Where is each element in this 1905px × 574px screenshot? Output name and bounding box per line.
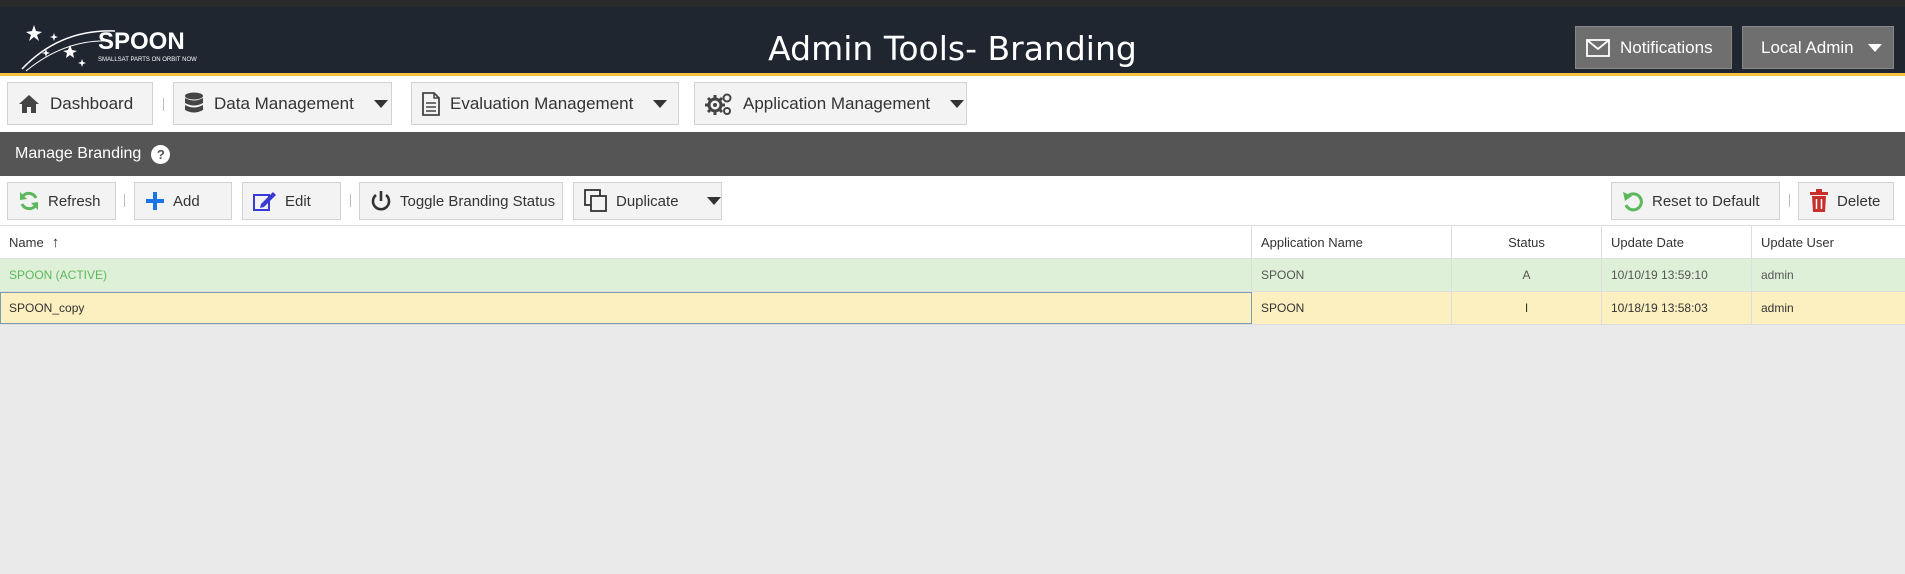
copy-icon — [584, 189, 607, 212]
reset-to-default-button[interactable]: Reset to Default — [1611, 182, 1780, 220]
duplicate-label: Duplicate — [616, 192, 679, 210]
nav-data-management-label: Data Management — [214, 93, 354, 113]
nav-dashboard-label: Dashboard — [50, 93, 134, 113]
main-nav: Dashboard Data Management Evaluation Man… — [0, 76, 1905, 132]
trash-icon — [1810, 189, 1828, 212]
refresh-button[interactable]: Refresh — [7, 182, 116, 220]
home-icon — [19, 94, 39, 113]
toolbar-separator — [350, 194, 351, 207]
table-row[interactable]: SPOON (ACTIVE) SPOON A 10/10/19 13:59:10… — [0, 259, 1905, 292]
chevron-down-icon[interactable] — [706, 197, 721, 205]
grid-toolbar: Refresh Add Edit Toggle Branding Status … — [0, 176, 1905, 226]
gears-icon — [705, 93, 732, 115]
cell-update-date: 10/18/19 13:58:03 — [1602, 292, 1752, 324]
spoon-logo[interactable]: SPOON SMALLSAT PARTS ON ORBIT NOW — [20, 19, 200, 75]
cell-application-name: SPOON — [1252, 259, 1452, 291]
cell-status: I — [1452, 292, 1602, 324]
delete-button[interactable]: Delete — [1798, 182, 1894, 220]
nav-separator — [163, 98, 164, 111]
undo-icon — [1623, 192, 1643, 212]
nav-evaluation-management-label: Evaluation Management — [450, 93, 634, 113]
column-header-name-label: Name — [9, 235, 44, 250]
nav-application-management-label: Application Management — [743, 93, 931, 113]
notifications-button[interactable]: Notifications — [1575, 26, 1732, 69]
help-icon[interactable]: ? — [151, 144, 171, 164]
envelope-icon — [1586, 38, 1610, 57]
toolbar-separator — [124, 194, 125, 207]
cell-status: A — [1452, 259, 1602, 291]
cell-name: SPOON_copy — [0, 292, 1252, 324]
nav-data-management[interactable]: Data Management — [173, 82, 392, 125]
toggle-branding-status-button[interactable]: Toggle Branding Status — [359, 182, 563, 220]
refresh-icon — [20, 191, 38, 211]
top-header: SPOON SMALLSAT PARTS ON ORBIT NOW Admin … — [0, 0, 1905, 76]
add-label: Add — [173, 192, 200, 210]
chevron-down-icon — [373, 99, 388, 108]
chevron-down-icon — [653, 99, 668, 108]
refresh-label: Refresh — [48, 192, 101, 210]
column-header-update-date[interactable]: Update Date — [1602, 226, 1752, 259]
svg-text:SPOON: SPOON — [98, 28, 185, 55]
plus-icon — [146, 192, 164, 210]
toggle-branding-status-label: Toggle Branding Status — [400, 192, 556, 210]
table-row[interactable]: SPOON_copy SPOON I 10/18/19 13:58:03 adm… — [0, 292, 1905, 325]
cell-update-user: admin — [1761, 268, 1794, 282]
user-menu-button[interactable]: Local Admin — [1742, 26, 1894, 69]
column-header-update-user[interactable]: Update User — [1752, 226, 1905, 259]
column-header-application-name[interactable]: Application Name — [1252, 226, 1452, 259]
cell-update-user: admin — [1761, 301, 1794, 315]
branding-grid: Name ↑ Application Name Status Update Da… — [0, 226, 1905, 325]
edit-label: Edit — [285, 192, 311, 210]
grid-header: Name ↑ Application Name Status Update Da… — [0, 226, 1905, 259]
add-button[interactable]: Add — [134, 182, 232, 220]
nav-evaluation-management[interactable]: Evaluation Management — [411, 82, 679, 125]
column-header-status[interactable]: Status — [1452, 226, 1602, 259]
section-title: Manage Branding — [15, 145, 142, 162]
nav-application-management[interactable]: Application Management — [694, 82, 967, 125]
section-header: Manage Branding ? — [0, 132, 1905, 176]
column-header-name[interactable]: Name ↑ — [0, 226, 1252, 259]
database-icon — [185, 92, 203, 112]
document-icon — [422, 91, 440, 116]
user-label: Local Admin — [1761, 37, 1854, 57]
cell-name: SPOON (ACTIVE) — [0, 259, 1252, 291]
edit-icon — [253, 192, 276, 211]
power-icon — [371, 191, 391, 211]
chevron-down-icon — [1867, 43, 1882, 52]
cell-update-date: 10/10/19 13:59:10 — [1602, 259, 1752, 291]
toolbar-separator — [1789, 194, 1790, 207]
cell-application-name: SPOON — [1252, 292, 1452, 324]
reset-to-default-label: Reset to Default — [1652, 192, 1760, 210]
duplicate-button[interactable]: Duplicate — [573, 182, 722, 220]
notifications-label: Notifications — [1620, 37, 1713, 57]
edit-button[interactable]: Edit — [242, 182, 341, 220]
spoon-logo-graphic: SPOON SMALLSAT PARTS ON ORBIT NOW — [21, 25, 197, 72]
delete-label: Delete — [1837, 192, 1881, 210]
svg-text:SMALLSAT PARTS ON ORBIT NOW: SMALLSAT PARTS ON ORBIT NOW — [98, 57, 197, 63]
sort-ascending-icon: ↑ — [51, 234, 60, 251]
nav-dashboard[interactable]: Dashboard — [7, 82, 153, 125]
chevron-down-icon — [950, 99, 965, 108]
